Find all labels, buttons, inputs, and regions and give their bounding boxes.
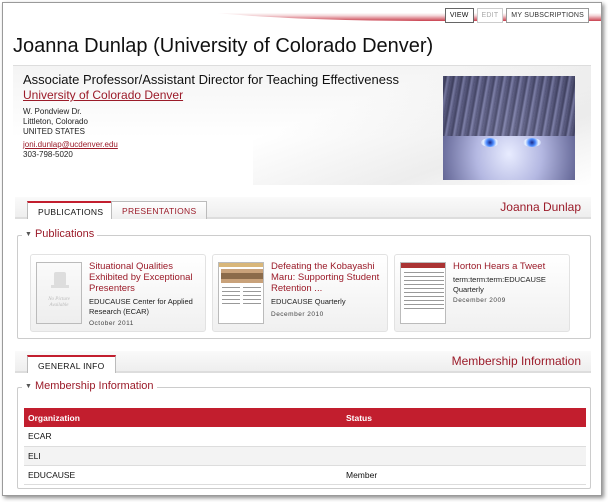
membership-info-title: Membership Information: [451, 354, 581, 368]
publication-title-link[interactable]: Horton Hears a Tweet: [453, 261, 567, 272]
publication-date: December 2010: [271, 311, 324, 318]
publication-card[interactable]: No Picture Available Situational Qualiti…: [30, 254, 206, 332]
publication-thumbnail: [400, 262, 446, 324]
publication-source: EDUCAUSE Center for Applied Research (EC…: [89, 297, 193, 316]
no-picture-thumbnail: No Picture Available: [36, 262, 82, 324]
publication-date: October 2011: [89, 320, 134, 327]
top-bar: VIEW EDIT MY SUBSCRIPTIONS: [3, 3, 601, 25]
publication-title-link[interactable]: Situational Qualities Exhibited by Excep…: [89, 261, 203, 294]
table-row: ECAR: [24, 427, 586, 447]
publication-source: term:term:term:EDUCAUSE Quarterly: [453, 275, 546, 294]
status-cell: [342, 427, 586, 447]
column-header-status: Status: [342, 408, 586, 427]
profile-card: Associate Professor/Assistant Director f…: [13, 65, 591, 185]
email-link[interactable]: joni.dunlap@ucdenver.edu: [23, 140, 118, 149]
membership-section: ▼ Membership Information Organization Sta…: [17, 380, 591, 489]
job-title: Associate Professor/Assistant Director f…: [23, 72, 399, 87]
address-line-2: Littleton, Colorado: [23, 117, 88, 126]
publication-date: December 2009: [453, 297, 506, 304]
page-title: Joanna Dunlap (University of Colorado De…: [13, 35, 434, 57]
publications-legend[interactable]: ▼ Publications: [22, 228, 98, 240]
publication-title-link[interactable]: Defeating the Kobayashi Maru: Supporting…: [271, 261, 385, 294]
collapse-triangle-icon: ▼: [25, 231, 32, 238]
tab-view[interactable]: VIEW: [444, 8, 474, 23]
picture-placeholder-icon: [51, 272, 69, 288]
publication-card[interactable]: Defeating the Kobayashi Maru: Supporting…: [212, 254, 388, 332]
address-line-3: UNITED STATES: [23, 127, 85, 136]
collapse-triangle-icon: ▼: [25, 383, 32, 390]
content-tab-bar: PUBLICATIONS PRESENTATIONS Joanna Dunlap: [15, 197, 591, 219]
profile-page: VIEW EDIT MY SUBSCRIPTIONS Joanna Dunlap…: [2, 2, 602, 496]
tab-publications[interactable]: PUBLICATIONS: [27, 201, 115, 219]
contact-block: W. Pondview Dr. Littleton, Colorado UNIT…: [23, 107, 118, 160]
status-cell: Member: [342, 465, 586, 485]
table-header-row: Organization Status: [24, 408, 586, 427]
organization-cell: ELI: [24, 446, 342, 466]
tab-edit[interactable]: EDIT: [476, 8, 504, 23]
tab-my-subscriptions[interactable]: MY SUBSCRIPTIONS: [506, 8, 589, 23]
column-header-organization: Organization: [24, 408, 342, 427]
tab-presentations[interactable]: PRESENTATIONS: [111, 201, 208, 219]
organization-cell: ECAR: [24, 427, 342, 447]
profile-photo: [443, 76, 575, 180]
publications-section: ▼ Publications No Picture Available Situa…: [17, 228, 591, 339]
section-name-title: Joanna Dunlap: [500, 200, 581, 214]
institution-link[interactable]: University of Colorado Denver: [23, 88, 183, 102]
info-tab-bar: GENERAL INFO Membership Information: [15, 351, 591, 373]
phone: 303-798-5020: [23, 150, 73, 159]
publication-thumbnail: [218, 262, 264, 324]
table-row: ELI: [24, 446, 586, 466]
organization-cell: EDUCAUSE: [24, 465, 342, 485]
membership-table: Organization Status ECAR ELI EDUCAUSE Me…: [24, 408, 586, 485]
top-tabs: VIEW EDIT MY SUBSCRIPTIONS: [444, 8, 589, 23]
publication-card[interactable]: Horton Hears a Tweet term:term:term:EDUC…: [394, 254, 570, 332]
address-line-1: W. Pondview Dr.: [23, 107, 82, 116]
publication-source: EDUCAUSE Quarterly: [271, 297, 346, 306]
table-row: EDUCAUSE Member: [24, 465, 586, 485]
tab-general-info[interactable]: GENERAL INFO: [27, 355, 116, 373]
membership-legend[interactable]: ▼ Membership Information: [22, 380, 157, 392]
status-cell: [342, 446, 586, 466]
